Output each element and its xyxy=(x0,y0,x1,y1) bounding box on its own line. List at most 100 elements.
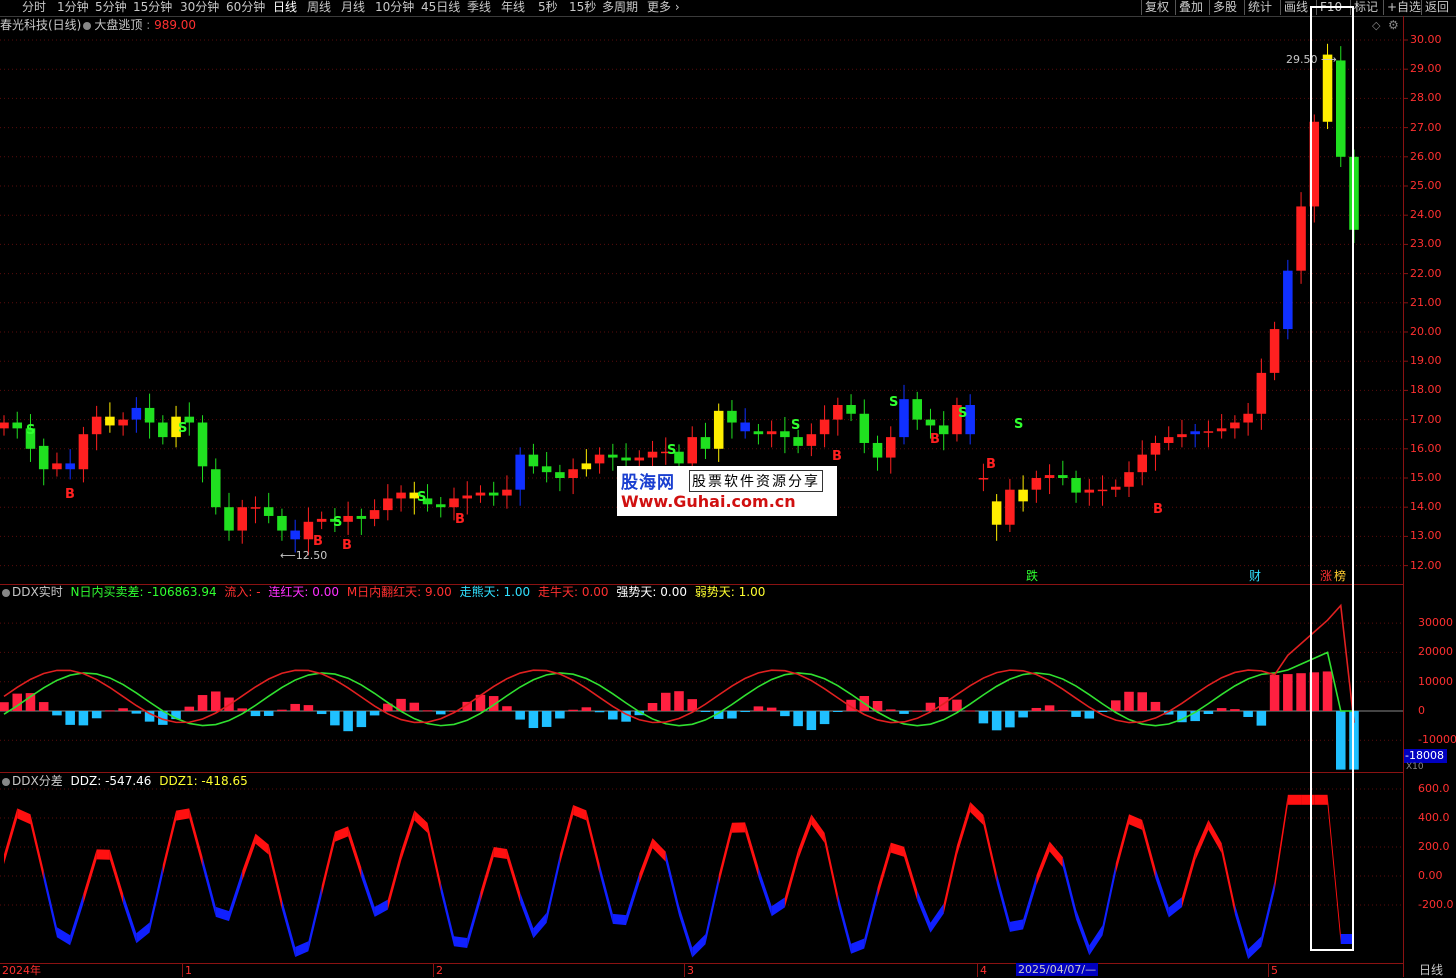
low-price-value: 12.50 xyxy=(295,549,328,562)
candle-body xyxy=(833,405,843,420)
ddz-band-segment xyxy=(692,934,706,958)
candle-body xyxy=(237,507,247,531)
candle-body xyxy=(1124,472,1134,487)
candle-body xyxy=(144,407,155,423)
ddx-axis-label: -10000 xyxy=(1418,733,1456,747)
price-axis-label: 14.00 xyxy=(1410,500,1442,514)
ddx-bar xyxy=(91,711,102,719)
candle-body xyxy=(1084,489,1095,493)
ddx-bar xyxy=(1243,711,1253,717)
ddx-bar xyxy=(131,711,142,714)
ddz-band-segment xyxy=(149,864,163,933)
ddx-bar xyxy=(52,711,62,716)
candle-body xyxy=(118,419,128,426)
ddz-band-segment xyxy=(321,831,335,896)
ddx-field-4: 走熊天: 1.00 xyxy=(455,585,531,599)
sell-signal: S xyxy=(333,515,343,530)
period-indicator[interactable]: 日线 xyxy=(1406,963,1456,977)
candle-body xyxy=(912,399,922,420)
candle-body xyxy=(224,507,234,531)
ddx-current-value: -18008 xyxy=(1404,749,1447,763)
ddx-axis-label: 30000 xyxy=(1418,616,1453,630)
ddx-bar xyxy=(1256,711,1267,726)
selection-rectangle xyxy=(1310,6,1354,951)
ddz-band-segment xyxy=(123,893,137,944)
ddx-panel-name[interactable]: DDX实时 xyxy=(12,585,63,599)
candle-body xyxy=(449,498,459,508)
watermark-url: Www.Guhai.com.cn xyxy=(621,492,796,511)
event-tag-finance[interactable]: 财 xyxy=(1249,570,1261,583)
ddx-bar xyxy=(952,699,962,711)
candle-body xyxy=(263,507,274,516)
ddz-band-segment xyxy=(639,838,653,884)
ddz-band-segment xyxy=(586,810,600,874)
price-axis-label: 12.00 xyxy=(1410,558,1442,572)
ddz-band-segment xyxy=(1142,819,1156,879)
ddx-bar xyxy=(541,711,552,727)
ddz-band-segment xyxy=(1102,863,1116,936)
ddx-bar xyxy=(1071,711,1081,717)
candle-body xyxy=(158,422,168,438)
ddx-bar xyxy=(819,711,830,725)
ddz-band-segment xyxy=(268,844,282,910)
ddz-band-segment xyxy=(1261,881,1275,947)
watermark-banner: 股海网 股票软件资源分享 Www.Guhai.com.cn xyxy=(617,466,837,516)
ddz-band-segment xyxy=(136,922,150,944)
price-axis-label: 17.00 xyxy=(1410,412,1442,426)
ddz-band-segment xyxy=(1168,897,1182,918)
ddz-band-segment xyxy=(798,814,812,860)
candle-body xyxy=(1111,486,1121,490)
ddz-band-segment xyxy=(573,804,587,821)
ddx-bar xyxy=(1097,711,1108,712)
ddx-bar xyxy=(899,711,909,714)
ddx-bar xyxy=(766,707,777,711)
candle-body xyxy=(38,445,49,470)
ddx-bar xyxy=(1283,674,1293,711)
candle-body xyxy=(713,410,724,449)
price-axis-label: 26.00 xyxy=(1410,149,1442,163)
ddx-bar xyxy=(594,711,605,713)
ddz-band-segment xyxy=(1023,875,1037,930)
time-label-month-2: 2 xyxy=(436,964,443,977)
ddz-band-segment xyxy=(1195,819,1209,861)
ddz-band-segment xyxy=(17,808,31,825)
price-axis-label: 28.00 xyxy=(1410,91,1442,105)
candle-body xyxy=(502,489,512,496)
ddx-settings-icon[interactable] xyxy=(2,589,10,597)
ddx-bar xyxy=(290,703,300,711)
ddx-bar xyxy=(1018,711,1028,718)
ddx-bar xyxy=(528,711,539,729)
ddz-band-segment xyxy=(930,903,944,933)
ddx-axis-label: 10000 xyxy=(1418,674,1453,688)
candle-body xyxy=(1190,431,1200,435)
time-tick xyxy=(977,964,978,977)
ddx-bar xyxy=(700,711,711,712)
candle-body xyxy=(1071,478,1081,493)
ddx-bar xyxy=(502,706,512,711)
cursor-date: 2025/04/07/— xyxy=(1016,963,1099,976)
event-tag-drop[interactable]: 跌 xyxy=(1026,570,1038,583)
ddz-field-1: DDZ1: -418.65 xyxy=(155,774,248,788)
candle-body xyxy=(621,457,631,461)
ddx-bar xyxy=(303,705,314,711)
price-axis-label: 27.00 xyxy=(1410,120,1442,134)
ddz-settings-icon[interactable] xyxy=(2,778,10,786)
ddz-band-segment xyxy=(745,822,759,878)
ddz-panel-name[interactable]: DDX分差 xyxy=(12,774,63,788)
candle-body xyxy=(1243,413,1253,423)
ddz-band-segment xyxy=(520,892,534,939)
ddx-bar xyxy=(422,710,433,712)
price-axis-label: 16.00 xyxy=(1410,441,1442,455)
buy-signal: B xyxy=(342,538,352,553)
ddx-bar xyxy=(0,702,9,711)
time-label-month-5: 5 xyxy=(1271,964,1278,977)
candle-body xyxy=(687,437,697,464)
ddz-band-segment xyxy=(480,846,494,902)
candle-body xyxy=(899,399,909,438)
watermark-slogan: 股票软件资源分享 xyxy=(689,470,823,492)
ddz-band-segment xyxy=(229,870,243,922)
buy-signal: B xyxy=(455,512,465,527)
candle-body xyxy=(581,463,592,470)
ddx-panel-title: DDX实时 N日内买卖差: -106863.94 流入: - 连红天: 0.00… xyxy=(0,585,773,600)
ddx-bar xyxy=(78,711,89,726)
